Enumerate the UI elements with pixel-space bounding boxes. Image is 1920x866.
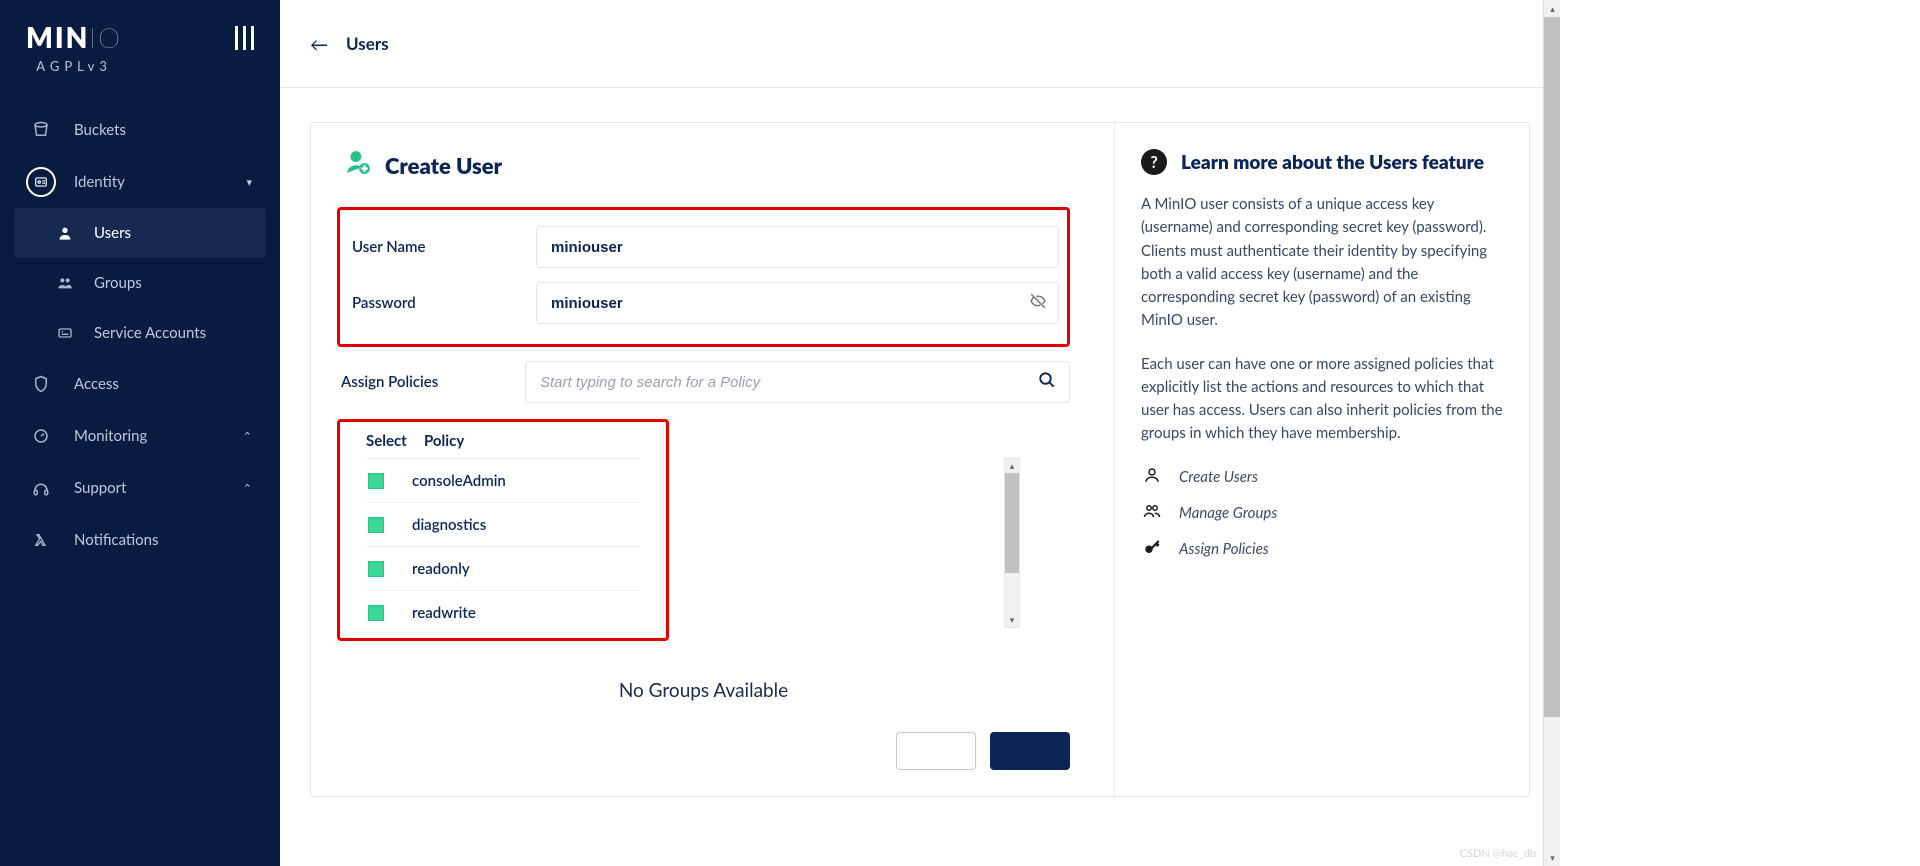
- info-paragraph: A MinIO user consists of a unique access…: [1141, 193, 1503, 333]
- key-icon: [1141, 538, 1163, 560]
- lambda-icon: [26, 525, 56, 555]
- search-icon: [1038, 371, 1056, 393]
- sidebar-label: Monitoring: [74, 427, 147, 445]
- sidebar-item-buckets[interactable]: Buckets: [14, 104, 266, 156]
- nav: Buckets Identity ▾ Users Groups: [0, 104, 280, 566]
- col-policy: Policy: [424, 432, 464, 450]
- service-accounts-icon: [54, 322, 76, 344]
- groups-icon: [54, 272, 76, 294]
- brand-logo: MINIO AGPLv3: [26, 20, 122, 74]
- assign-policies-label: Assign Policies: [337, 373, 525, 391]
- info-link-create-users[interactable]: Create Users: [1141, 466, 1503, 488]
- info-pane: ? Learn more about the Users feature A M…: [1114, 123, 1529, 796]
- sidebar-item-monitoring[interactable]: Monitoring ⌃: [14, 410, 266, 462]
- sidebar-label: Access: [74, 375, 119, 393]
- breadcrumb: Users: [346, 33, 389, 54]
- sidebar-item-groups[interactable]: Groups: [14, 258, 266, 308]
- sidebar-label: Notifications: [74, 531, 159, 549]
- sidebar-item-support[interactable]: Support ⌃: [14, 462, 266, 514]
- policy-row[interactable]: readonly: [366, 546, 640, 590]
- policy-name: diagnostics: [412, 516, 486, 534]
- info-link-manage-groups[interactable]: Manage Groups: [1141, 502, 1503, 524]
- chevron-up-icon: ⌃: [243, 430, 252, 443]
- sidebar-item-users[interactable]: Users: [14, 208, 266, 258]
- create-user-card: Create User User Name Password: [310, 122, 1530, 797]
- identity-icon: [26, 167, 56, 197]
- username-input[interactable]: [536, 226, 1059, 268]
- info-title-row: ? Learn more about the Users feature: [1141, 149, 1503, 175]
- policy-checkbox[interactable]: [368, 605, 384, 621]
- password-row: Password: [348, 282, 1059, 324]
- info-link-label: Manage Groups: [1179, 504, 1277, 522]
- sidebar-label: Groups: [94, 274, 142, 292]
- policy-row[interactable]: diagnostics: [366, 502, 640, 546]
- password-input[interactable]: [536, 282, 1059, 324]
- col-select: Select: [366, 432, 410, 450]
- sidebar-label: Support: [74, 479, 127, 497]
- monitoring-icon: [26, 421, 56, 451]
- action-row: [337, 732, 1070, 770]
- sidebar-label: Identity: [74, 173, 125, 191]
- info-link-assign-policies[interactable]: Assign Policies: [1141, 538, 1503, 560]
- collapse-sidebar-icon[interactable]: [235, 26, 254, 50]
- back-arrow-icon[interactable]: ←: [310, 33, 328, 55]
- form-pane: Create User User Name Password: [311, 123, 1114, 796]
- info-link-label: Assign Policies: [1179, 540, 1269, 558]
- sidebar-item-access[interactable]: Access: [14, 358, 266, 410]
- brand-license: AGPLv3: [26, 58, 122, 74]
- form-title: Create User: [337, 149, 1070, 181]
- logo-zone: MINIO AGPLv3: [0, 20, 280, 104]
- groups-icon: [1141, 502, 1163, 524]
- chevron-down-icon: ▾: [246, 176, 252, 189]
- browser-scrollbar[interactable]: ▴ ▾: [1543, 0, 1560, 866]
- add-user-icon: [345, 149, 371, 181]
- user-icon: [1141, 466, 1163, 488]
- watermark: CSDN @hac_db: [1460, 847, 1536, 860]
- sidebar-item-notifications[interactable]: Notifications: [14, 514, 266, 566]
- info-title: Learn more about the Users feature: [1181, 151, 1484, 174]
- policy-table-highlight: Select Policy consoleAdmin di: [337, 419, 669, 641]
- support-icon: [26, 473, 56, 503]
- sidebar: MINIO AGPLv3 Buckets Identity ▾: [0, 0, 280, 866]
- toggle-password-visibility-icon[interactable]: [1029, 292, 1047, 314]
- main: ← Users Create User User Name: [280, 0, 1560, 866]
- form-title-text: Create User: [385, 152, 502, 179]
- policy-checkbox[interactable]: [368, 517, 384, 533]
- save-button[interactable]: [990, 732, 1070, 770]
- cancel-button[interactable]: [896, 732, 976, 770]
- info-link-label: Create Users: [1179, 468, 1258, 486]
- username-label: User Name: [348, 238, 536, 256]
- policy-table-header: Select Policy: [366, 432, 640, 458]
- policy-name: readwrite: [412, 604, 476, 622]
- policy-name: consoleAdmin: [412, 472, 506, 490]
- sidebar-item-service-accounts[interactable]: Service Accounts: [14, 308, 266, 358]
- policy-name: readonly: [412, 560, 470, 578]
- policy-search-input[interactable]: [525, 361, 1070, 403]
- sidebar-label: Users: [94, 224, 131, 242]
- username-row: User Name: [348, 226, 1059, 268]
- sidebar-label: Service Accounts: [94, 324, 206, 342]
- password-label: Password: [348, 294, 536, 312]
- sidebar-label: Buckets: [74, 121, 126, 139]
- policy-row[interactable]: consoleAdmin: [366, 458, 640, 502]
- policy-scrollbar[interactable]: ▴ ▾: [1004, 458, 1020, 628]
- info-paragraph: Each user can have one or more assigned …: [1141, 353, 1503, 446]
- policy-checkbox[interactable]: [368, 561, 384, 577]
- chevron-up-icon: ⌃: [243, 482, 252, 495]
- brand-name: MINIO: [26, 20, 122, 54]
- help-icon: ?: [1141, 149, 1167, 175]
- user-icon: [54, 222, 76, 244]
- policy-row[interactable]: readwrite: [366, 590, 640, 634]
- policy-checkbox[interactable]: [368, 473, 384, 489]
- access-icon: [26, 369, 56, 399]
- credentials-highlight: User Name Password: [337, 207, 1070, 347]
- content: Create User User Name Password: [280, 88, 1560, 866]
- assign-policies-row: Assign Policies: [337, 361, 1070, 403]
- info-links: Create Users Manage Groups: [1141, 466, 1503, 560]
- no-groups-message: No Groups Available: [337, 679, 1070, 702]
- bucket-icon: [26, 115, 56, 145]
- sidebar-item-identity[interactable]: Identity ▾: [14, 156, 266, 208]
- topbar: ← Users: [280, 0, 1560, 88]
